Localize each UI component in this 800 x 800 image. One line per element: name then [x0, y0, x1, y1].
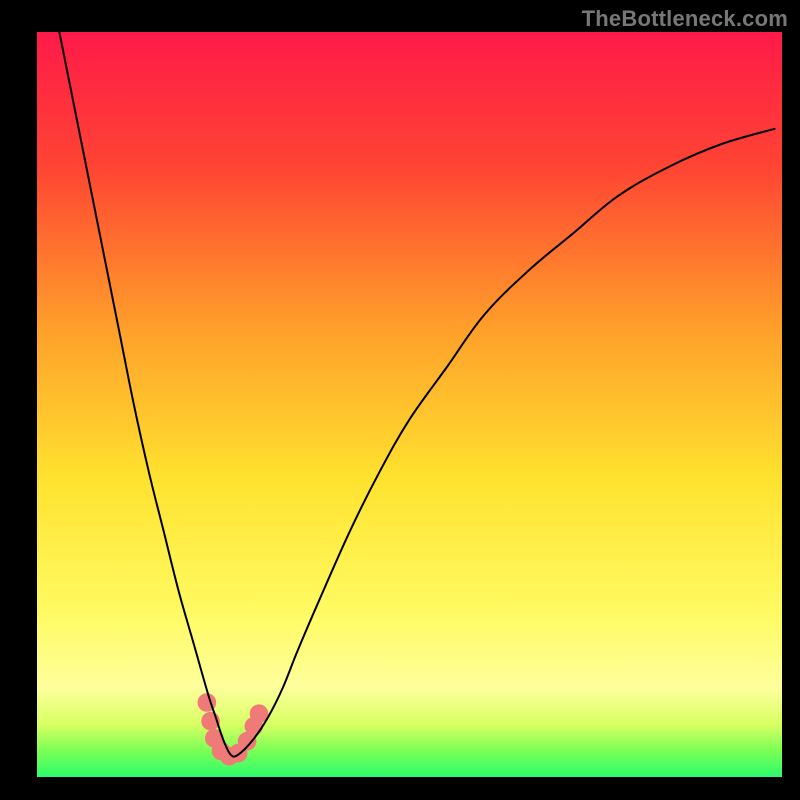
gradient-background: [37, 32, 782, 777]
chart-plot: [37, 32, 782, 777]
chart-frame: TheBottleneck.com: [0, 0, 800, 800]
watermark: TheBottleneck.com: [582, 6, 788, 32]
